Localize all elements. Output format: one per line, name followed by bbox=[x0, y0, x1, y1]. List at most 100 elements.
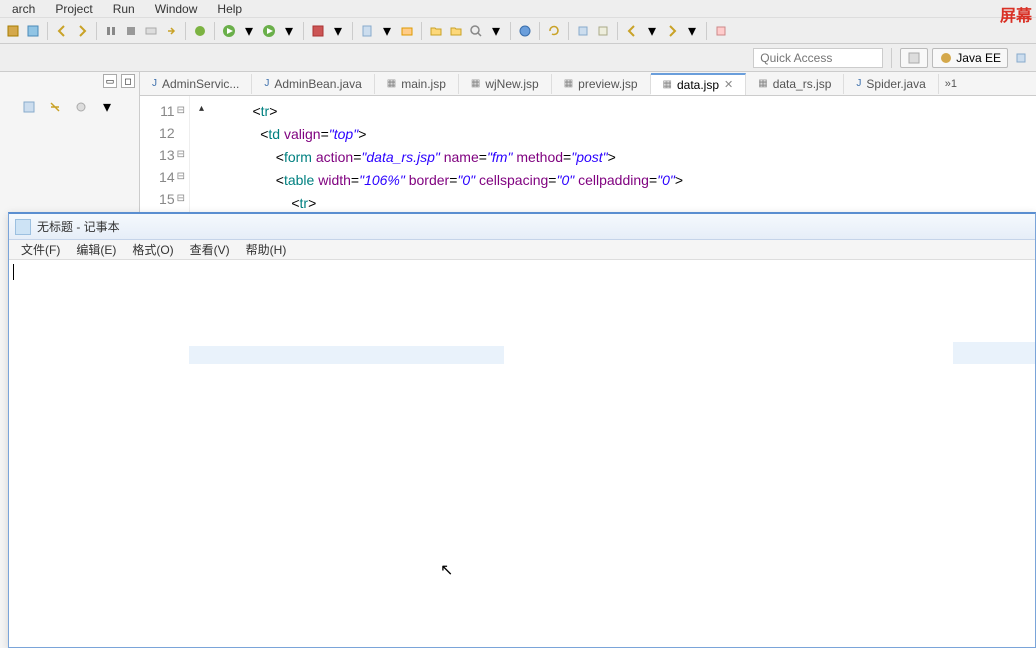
jsp-file-icon: ▦ bbox=[471, 78, 480, 89]
back-history-icon[interactable] bbox=[623, 22, 641, 40]
tab-overflow[interactable]: »1 bbox=[939, 78, 963, 90]
sidebar-icon[interactable] bbox=[20, 98, 38, 116]
jsp-file-icon: ▦ bbox=[663, 79, 672, 90]
toolbar-icon[interactable] bbox=[574, 22, 592, 40]
chevron-down-icon[interactable]: ▾ bbox=[280, 22, 298, 40]
tab-label: main.jsp bbox=[401, 77, 446, 91]
quick-access-row: Java EE bbox=[0, 44, 1036, 72]
tab-preview-jsp[interactable]: ▦ preview.jsp bbox=[552, 74, 651, 94]
forward-icon[interactable] bbox=[73, 22, 91, 40]
tab-data-jsp[interactable]: ▦ data.jsp ✕ bbox=[651, 73, 747, 95]
quick-access-input[interactable] bbox=[753, 48, 883, 68]
line-number: 12 bbox=[159, 122, 175, 144]
menu-project[interactable]: Project bbox=[45, 2, 102, 16]
notepad-menu-edit[interactable]: 编辑(E) bbox=[68, 241, 124, 258]
jsp-file-icon: ▦ bbox=[387, 78, 396, 89]
tab-label: data_rs.jsp bbox=[773, 77, 832, 91]
main-toolbar: ▾ ▾ ▾ ▾ ▾ ▾ ▾ bbox=[0, 18, 1036, 44]
toolbar-icon[interactable] bbox=[4, 22, 22, 40]
toolbar-icon[interactable] bbox=[712, 22, 730, 40]
tab-label: AdminServic... bbox=[162, 77, 239, 91]
tab-label: data.jsp bbox=[677, 78, 719, 92]
tab-label: preview.jsp bbox=[578, 77, 637, 91]
line-number: 15 bbox=[159, 188, 175, 210]
screen-label: 屏幕 bbox=[996, 0, 1036, 28]
chevron-down-icon[interactable]: ▾ bbox=[240, 22, 258, 40]
ghost-area bbox=[953, 342, 1035, 364]
scroll-up-icon[interactable]: ▴ bbox=[199, 98, 204, 120]
chevron-down-icon[interactable]: ▾ bbox=[487, 22, 505, 40]
java-file-icon: J bbox=[264, 78, 269, 89]
chevron-down-icon[interactable]: ▾ bbox=[683, 22, 701, 40]
menu-run[interactable]: Run bbox=[103, 2, 145, 16]
notepad-menu-help[interactable]: 帮助(H) bbox=[238, 241, 295, 258]
tab-spider-java[interactable]: JSpider.java bbox=[844, 74, 938, 94]
fold-icon[interactable]: ⊟ bbox=[177, 188, 185, 210]
notepad-textarea[interactable] bbox=[9, 260, 1035, 647]
jsp-file-icon: ▦ bbox=[564, 78, 573, 89]
menu-window[interactable]: Window bbox=[145, 2, 208, 16]
forward-history-icon[interactable] bbox=[663, 22, 681, 40]
chevron-down-icon[interactable]: ▾ bbox=[643, 22, 661, 40]
new-server-icon[interactable] bbox=[358, 22, 376, 40]
back-icon[interactable] bbox=[53, 22, 71, 40]
notepad-app-icon bbox=[15, 219, 31, 235]
fold-icon[interactable]: ⊟ bbox=[177, 144, 185, 166]
toolbar-icon[interactable] bbox=[24, 22, 42, 40]
menu-search[interactable]: arch bbox=[2, 2, 45, 16]
perspective-label: Java EE bbox=[956, 51, 1001, 65]
fold-icon[interactable]: ⊟ bbox=[177, 100, 185, 122]
open-perspective-button[interactable] bbox=[900, 48, 928, 68]
main-menubar: arch Project Run Window Help bbox=[0, 0, 1036, 18]
java-file-icon: J bbox=[856, 78, 861, 89]
tab-label: AdminBean.java bbox=[274, 77, 361, 91]
refresh-icon[interactable] bbox=[545, 22, 563, 40]
notepad-menu-view[interactable]: 查看(V) bbox=[182, 241, 238, 258]
editor-tab-bar: J AdminServic... J AdminBean.java ▦ main.js… bbox=[140, 72, 1036, 96]
line-number: 13 bbox=[159, 144, 175, 166]
jsp-file-icon: ▦ bbox=[758, 78, 767, 89]
tab-label: wjNew.jsp bbox=[485, 77, 538, 91]
line-number: 11 bbox=[160, 100, 175, 122]
toolbar-icon[interactable] bbox=[594, 22, 612, 40]
search-icon[interactable] bbox=[467, 22, 485, 40]
tab-datars-jsp[interactable]: ▦ data_rs.jsp bbox=[746, 74, 844, 94]
tab-wjnew-jsp[interactable]: ▦ wjNew.jsp bbox=[459, 74, 552, 94]
toolbar-icon[interactable] bbox=[398, 22, 416, 40]
java-file-icon: J bbox=[152, 78, 157, 89]
perspective-more-icon[interactable] bbox=[1012, 49, 1030, 67]
notepad-menu-format[interactable]: 格式(O) bbox=[124, 241, 181, 258]
notepad-window[interactable]: 无标题 - 记事本 文件(F) 编辑(E) 格式(O) 查看(V) 帮助(H) bbox=[8, 212, 1036, 648]
chevron-down-icon[interactable]: ▾ bbox=[329, 22, 347, 40]
notepad-menu-file[interactable]: 文件(F) bbox=[13, 241, 68, 258]
browser-icon[interactable] bbox=[516, 22, 534, 40]
sidebar-icon[interactable] bbox=[72, 98, 90, 116]
perspective-javaee[interactable]: Java EE bbox=[932, 48, 1008, 68]
restore-view-icon[interactable]: ◻ bbox=[121, 74, 135, 88]
notepad-titlebar[interactable]: 无标题 - 记事本 bbox=[9, 214, 1035, 240]
stop-icon[interactable] bbox=[122, 22, 140, 40]
text-cursor bbox=[13, 264, 14, 280]
javaee-icon bbox=[939, 51, 953, 65]
fold-icon[interactable]: ⊟ bbox=[177, 166, 185, 188]
chevron-down-icon[interactable]: ▾ bbox=[378, 22, 396, 40]
toolbar-icon[interactable] bbox=[162, 22, 180, 40]
chevron-down-icon[interactable]: ▾ bbox=[98, 98, 116, 116]
minimize-view-icon[interactable]: ▭ bbox=[103, 74, 117, 88]
toolbar-icon[interactable] bbox=[142, 22, 160, 40]
ghost-area bbox=[189, 346, 504, 364]
open-folder-icon[interactable] bbox=[427, 22, 445, 40]
notepad-title: 无标题 - 记事本 bbox=[37, 218, 120, 235]
menu-help[interactable]: Help bbox=[207, 2, 252, 16]
pause-icon[interactable] bbox=[102, 22, 120, 40]
tab-adminbean[interactable]: J AdminBean.java bbox=[252, 74, 374, 94]
run-icon[interactable] bbox=[220, 22, 238, 40]
open-file-icon[interactable] bbox=[447, 22, 465, 40]
ext-tools-icon[interactable] bbox=[309, 22, 327, 40]
tab-main-jsp[interactable]: ▦ main.jsp bbox=[375, 74, 459, 94]
debug-icon[interactable] bbox=[191, 22, 209, 40]
tab-adminservice[interactable]: J AdminServic... bbox=[140, 74, 252, 94]
run-last-icon[interactable] bbox=[260, 22, 278, 40]
close-icon[interactable]: ✕ bbox=[724, 78, 733, 91]
link-editor-icon[interactable] bbox=[46, 98, 64, 116]
